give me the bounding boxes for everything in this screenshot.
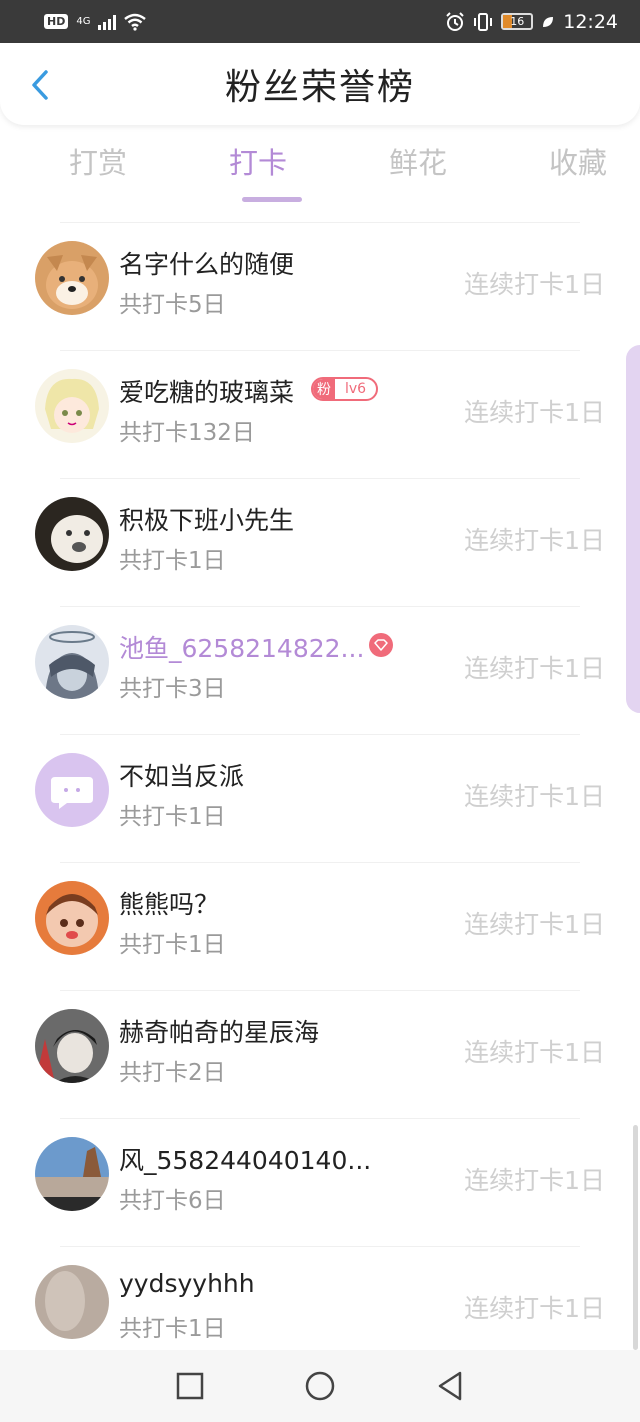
avatar[interactable] <box>35 497 109 571</box>
chevron-left-icon <box>32 70 48 100</box>
fan-list: 名字什么的随便 共打卡5日 连续打卡1日 爱吃糖的玻璃菜 粉 lv6 共打卡13… <box>0 222 640 1374</box>
list-item[interactable]: 积极下班小先生 共打卡1日 连续打卡1日 <box>35 478 605 606</box>
avatar[interactable] <box>35 881 109 955</box>
battery-icon: 16 <box>501 13 534 30</box>
signal-icon <box>98 14 117 30</box>
streak-label: 连续打卡1日 <box>464 1038 605 1067</box>
streak-label: 连续打卡1日 <box>464 782 605 811</box>
streak-label: 连续打卡1日 <box>464 526 605 555</box>
tab-flowers[interactable]: 鲜花 <box>356 140 480 204</box>
list-item[interactable]: 爱吃糖的玻璃菜 粉 lv6 共打卡132日 连续打卡1日 <box>35 350 605 478</box>
tab-reward[interactable]: 打赏 <box>36 140 160 204</box>
tab-checkin[interactable]: 打卡 <box>196 140 320 204</box>
home-icon[interactable] <box>304 1370 336 1402</box>
list-item[interactable]: 名字什么的随便 共打卡5日 连续打卡1日 <box>35 222 605 350</box>
back-icon[interactable] <box>436 1371 464 1401</box>
status-bar: HD 4G 16 12:24 <box>0 0 640 43</box>
status-time: 12:24 <box>563 10 618 33</box>
user-name: yydsyyhhh <box>119 1269 255 1298</box>
avatar[interactable] <box>35 1137 109 1211</box>
scrollbar[interactable] <box>633 1125 638 1350</box>
streak-label: 连续打卡1日 <box>464 654 605 683</box>
avatar[interactable] <box>35 625 109 699</box>
system-nav-bar <box>0 1350 640 1422</box>
total-checkins: 共打卡1日 <box>119 932 226 958</box>
avatar[interactable] <box>35 241 109 315</box>
total-checkins: 共打卡3日 <box>119 676 226 702</box>
list-item[interactable]: 风_558244040140... 共打卡6日 连续打卡1日 <box>35 1118 605 1246</box>
list-item[interactable]: 熊熊吗？ 共打卡1日 连续打卡1日 <box>35 862 605 990</box>
leaf-icon <box>543 16 554 27</box>
user-name: 赫奇帕奇的星辰海 <box>119 1018 320 1047</box>
diamond-icon <box>369 633 393 657</box>
alarm-icon <box>446 11 464 31</box>
user-name: 池鱼_6258214822... <box>119 634 365 663</box>
user-name: 名字什么的随便 <box>119 250 295 279</box>
total-checkins: 共打卡5日 <box>119 292 226 318</box>
streak-label: 连续打卡1日 <box>464 910 605 939</box>
total-checkins: 共打卡1日 <box>119 1316 226 1342</box>
total-checkins: 共打卡132日 <box>119 420 255 446</box>
list-item[interactable]: 池鱼_6258214822... 共打卡3日 连续打卡1日 <box>35 606 605 734</box>
vibrate-icon <box>474 12 493 31</box>
header: 粉丝荣誉榜 <box>0 43 640 125</box>
status-left: HD 4G <box>44 13 147 31</box>
total-checkins: 共打卡1日 <box>119 804 226 830</box>
vip-badge <box>369 633 393 657</box>
streak-label: 连续打卡1日 <box>464 1294 605 1323</box>
fan-badge: 粉 lv6 <box>311 377 379 401</box>
avatar[interactable] <box>35 369 109 443</box>
status-right: 16 12:24 <box>445 11 618 33</box>
fan-level-badge: 粉 lv6 <box>311 377 379 401</box>
tab-bar: 打赏 打卡 鲜花 收藏 <box>0 140 640 204</box>
list-item[interactable]: 赫奇帕奇的星辰海 共打卡2日 连续打卡1日 <box>35 990 605 1118</box>
user-name: 风_558244040140... <box>119 1146 372 1175</box>
avatar[interactable] <box>35 753 109 827</box>
avatar[interactable] <box>35 1009 109 1083</box>
list-item[interactable]: 不如当反派 共打卡1日 连续打卡1日 <box>35 734 605 862</box>
back-button[interactable] <box>22 67 58 103</box>
recent-apps-icon[interactable] <box>176 1372 204 1400</box>
tab-favorites[interactable]: 收藏 <box>516 140 640 204</box>
user-name: 不如当反派 <box>119 762 245 791</box>
total-checkins: 共打卡2日 <box>119 1060 226 1086</box>
streak-label: 连续打卡1日 <box>464 1166 605 1195</box>
streak-label: 连续打卡1日 <box>464 270 605 299</box>
total-checkins: 共打卡1日 <box>119 548 226 574</box>
streak-label: 连续打卡1日 <box>464 398 605 427</box>
battery-level: 16 <box>510 15 525 28</box>
fan-level: lv6 <box>345 381 367 397</box>
user-name: 熊熊吗？ <box>119 890 220 919</box>
wifi-icon <box>124 13 147 31</box>
user-name: 积极下班小先生 <box>119 506 295 535</box>
total-checkins: 共打卡6日 <box>119 1188 226 1214</box>
hd-icon: HD <box>44 14 69 29</box>
network-type: 4G <box>76 15 91 27</box>
side-drawer-handle[interactable] <box>626 345 640 713</box>
page-title: 粉丝荣誉榜 <box>224 67 415 108</box>
avatar[interactable] <box>35 1265 109 1339</box>
user-name: 爱吃糖的玻璃菜 <box>119 378 295 407</box>
fan-badge-label: 粉 <box>313 379 335 399</box>
